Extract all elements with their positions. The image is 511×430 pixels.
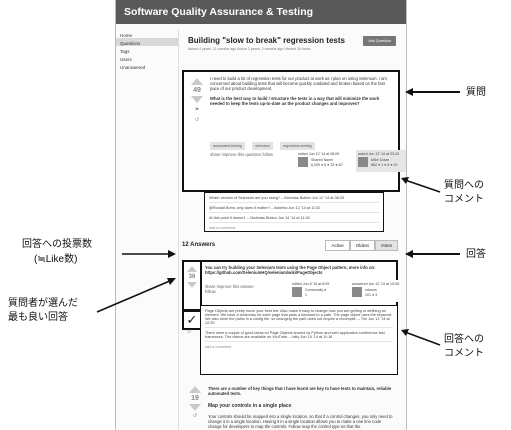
tab-active[interactable]: Active bbox=[325, 240, 350, 251]
annotation-question: 質問 bbox=[466, 87, 486, 98]
answer-comments: Page Objects are pretty much your best b… bbox=[200, 305, 398, 375]
answer-body: You can try building your Selenium tests… bbox=[205, 265, 376, 275]
answer-sort-tabs: Active Oldest Votes bbox=[325, 240, 398, 251]
comment: There were a couple of good ideas on Pag… bbox=[205, 331, 393, 342]
question-comments: Which version of Selenium are you using?… bbox=[204, 192, 384, 232]
question-vote-cell: 49 ⚑ ↺ bbox=[188, 78, 206, 123]
sidebar-item-tags[interactable]: Tags bbox=[116, 46, 178, 54]
answer2-body: Your controls should be mapped into a si… bbox=[208, 414, 393, 429]
avatar[interactable] bbox=[292, 287, 302, 297]
sidebar: Home Questions Tags Users Unanswered bbox=[116, 30, 179, 430]
downvote-arrow-icon[interactable] bbox=[189, 404, 201, 411]
answer2-intro: There are a number of key things that I … bbox=[208, 386, 392, 396]
answer-editor-card: edited Jun 8 '15 at 8:09 Community ♦ 1 bbox=[290, 280, 346, 302]
editor-label: edited Jun 8 '15 at 8:09 bbox=[292, 282, 330, 286]
answerer-card: answered Jun 12 '14 at 10:08 rokoms 101 … bbox=[350, 280, 400, 302]
annotation-question-comment-line1: 質問への bbox=[444, 180, 484, 191]
bookmark-icon[interactable]: ⚑ bbox=[188, 107, 206, 113]
comment: @Ronald Bohn, why does it matter? – doki… bbox=[209, 206, 379, 213]
question-meta: Asked 4 years, 11 months ago Active 3 ye… bbox=[188, 47, 311, 51]
comment: Which version of Selenium are you using?… bbox=[209, 196, 379, 203]
question-body-paragraph-2: What is the best way to build / structur… bbox=[210, 96, 380, 106]
tag[interactable]: regression-testing bbox=[280, 142, 315, 150]
question-actions[interactable]: share improve this question follow bbox=[210, 152, 290, 157]
qa-page-screenshot: Software Quality Assurance & Testing Hom… bbox=[115, 0, 407, 430]
question-asker-card: asked Jun 12 '14 at 03:43 Mike Craze 862… bbox=[356, 150, 406, 172]
tag[interactable]: selenium bbox=[252, 142, 273, 150]
answer-comment-arrow bbox=[404, 331, 441, 346]
second-answer-post: 19 ↺ There are a number of key things th… bbox=[182, 382, 402, 430]
annotation-answer: 回答 bbox=[466, 249, 486, 260]
annotation-question-comment-line2: コメント bbox=[444, 194, 484, 205]
answer2-vote-cell: 19 ↺ bbox=[186, 386, 204, 419]
answer-actions[interactable]: share improve this answer follow bbox=[205, 284, 265, 294]
asker-label: asked Jun 12 '14 at 03:43 bbox=[358, 152, 400, 156]
answer2-vote-count: 19 bbox=[191, 395, 199, 402]
add-comment-link[interactable]: add a comment bbox=[209, 226, 379, 230]
answers-count: 12 Answers bbox=[182, 242, 216, 248]
annotation-vote-count-line1: 回答への投票数 bbox=[22, 239, 92, 250]
answer2-heading: Map your controls in a single place bbox=[208, 403, 292, 409]
accepted-answer-post: You can try building your Selenium tests… bbox=[200, 260, 400, 308]
answerer-reputation: 101 ● 3 bbox=[365, 293, 378, 297]
annotation-answer-comment-line1: 回答への bbox=[444, 334, 484, 345]
answer-vote-count: 36 bbox=[188, 274, 196, 280]
upvote-arrow-icon[interactable] bbox=[187, 266, 197, 272]
main-content: Building "slow to break" regression test… bbox=[182, 30, 406, 430]
question-post: 49 ⚑ ↺ I need to build a lot of regressi… bbox=[182, 70, 406, 192]
sidebar-item-users[interactable]: Users bbox=[116, 54, 178, 62]
sidebar-item-home[interactable]: Home bbox=[116, 30, 178, 38]
answer-vote-controls: 36 bbox=[185, 266, 199, 288]
editor-reputation: 1 bbox=[305, 293, 307, 297]
answerer-label: answered Jun 12 '14 at 10:08 bbox=[352, 282, 400, 286]
avatar[interactable] bbox=[358, 157, 368, 167]
downvote-arrow-icon[interactable] bbox=[191, 96, 203, 103]
tab-votes[interactable]: Votes bbox=[374, 240, 398, 251]
upvote-arrow-icon[interactable] bbox=[189, 386, 201, 393]
answerer-name[interactable]: rokoms bbox=[365, 288, 377, 292]
downvote-arrow-icon[interactable] bbox=[187, 282, 197, 288]
annotation-best-answer-line1: 質問者が選んだ bbox=[8, 298, 78, 309]
editor-name[interactable]: Community ♦ bbox=[305, 288, 326, 292]
add-comment-link[interactable]: add a comment bbox=[205, 345, 393, 349]
sidebar-item-unanswered[interactable]: Unanswered bbox=[116, 62, 178, 70]
editor-name[interactable]: Shared Name bbox=[311, 158, 333, 162]
history-icon[interactable]: ↺ bbox=[188, 117, 206, 123]
question-editor-card: edited Jun 12 '14 at 08:09 Shared Name 6… bbox=[296, 150, 352, 172]
question-comment-arrow bbox=[404, 179, 441, 193]
upvote-arrow-icon[interactable] bbox=[191, 78, 203, 85]
history-icon[interactable]: ↺ bbox=[186, 413, 204, 419]
history-icon[interactable]: ↺ bbox=[187, 329, 191, 335]
accepted-answer-check-icon: ✓ bbox=[182, 310, 202, 330]
sidebar-item-questions[interactable]: Questions bbox=[116, 38, 178, 46]
comment: Page Objects are pretty much your best b… bbox=[205, 309, 393, 328]
question-body-paragraph-1: I need to build a lot of regression test… bbox=[210, 76, 387, 91]
annotation-vote-count-line2: (≒Like数) bbox=[34, 254, 78, 265]
avatar[interactable] bbox=[352, 287, 362, 297]
avatar[interactable] bbox=[298, 157, 308, 167]
answer-vote-cell: 36 bbox=[182, 260, 202, 311]
site-title[interactable]: Software Quality Assurance & Testing bbox=[116, 0, 406, 24]
asker-name[interactable]: Mike Craze bbox=[371, 158, 389, 162]
annotation-answer-comment-line2: コメント bbox=[444, 348, 484, 359]
ask-question-button[interactable]: Ask Question bbox=[363, 36, 396, 46]
asker-reputation: 862 ● 1 ● 6 ● 20 bbox=[371, 163, 398, 167]
tag[interactable]: automated-testing bbox=[210, 142, 245, 150]
tab-oldest[interactable]: Oldest bbox=[349, 240, 375, 251]
annotation-best-answer-line2: 最も良い回答 bbox=[8, 312, 68, 323]
editor-label: edited Jun 12 '14 at 08:09 bbox=[298, 152, 340, 156]
question-vote-count: 49 bbox=[193, 87, 201, 94]
editor-reputation: 6,009 ● 6 ● 33 ● 62 bbox=[311, 163, 343, 167]
comment: At this point it doesn't. – Nicholas But… bbox=[209, 216, 379, 223]
